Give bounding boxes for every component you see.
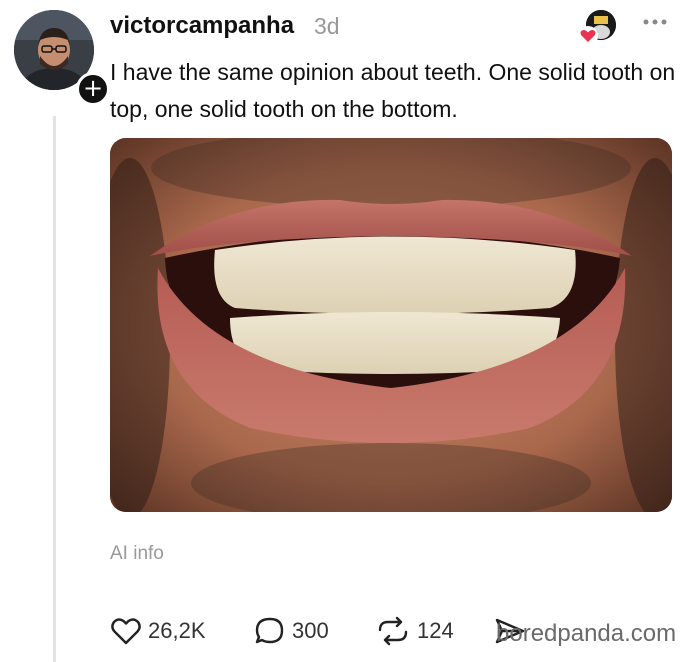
repost-button[interactable]: 124 xyxy=(375,616,454,646)
like-count: 26,2K xyxy=(148,618,206,643)
reply-button[interactable]: 300 xyxy=(254,616,329,646)
reply-count: 300 xyxy=(292,618,329,643)
follow-plus-button[interactable]: + xyxy=(76,72,110,106)
post-text: I have the same opinion about teeth. One… xyxy=(110,59,676,122)
watermark: boredpanda.com xyxy=(496,620,677,647)
ai-info-label[interactable]: AI info xyxy=(110,543,164,565)
username[interactable]: victorcampanha xyxy=(110,12,294,40)
repost-count: 124 xyxy=(417,618,454,643)
avatar-wrapper[interactable]: + xyxy=(14,10,110,106)
heart-icon xyxy=(111,618,141,645)
repost-icon xyxy=(378,616,408,646)
liked-heart-icon xyxy=(578,26,598,46)
smile-image xyxy=(110,138,672,512)
like-button[interactable]: 26,2K xyxy=(110,616,206,646)
timestamp: 3d xyxy=(314,13,340,39)
comment-icon xyxy=(255,617,284,644)
thread-line xyxy=(53,116,56,662)
post-image[interactable] xyxy=(110,138,672,512)
more-options-icon[interactable] xyxy=(640,10,676,34)
